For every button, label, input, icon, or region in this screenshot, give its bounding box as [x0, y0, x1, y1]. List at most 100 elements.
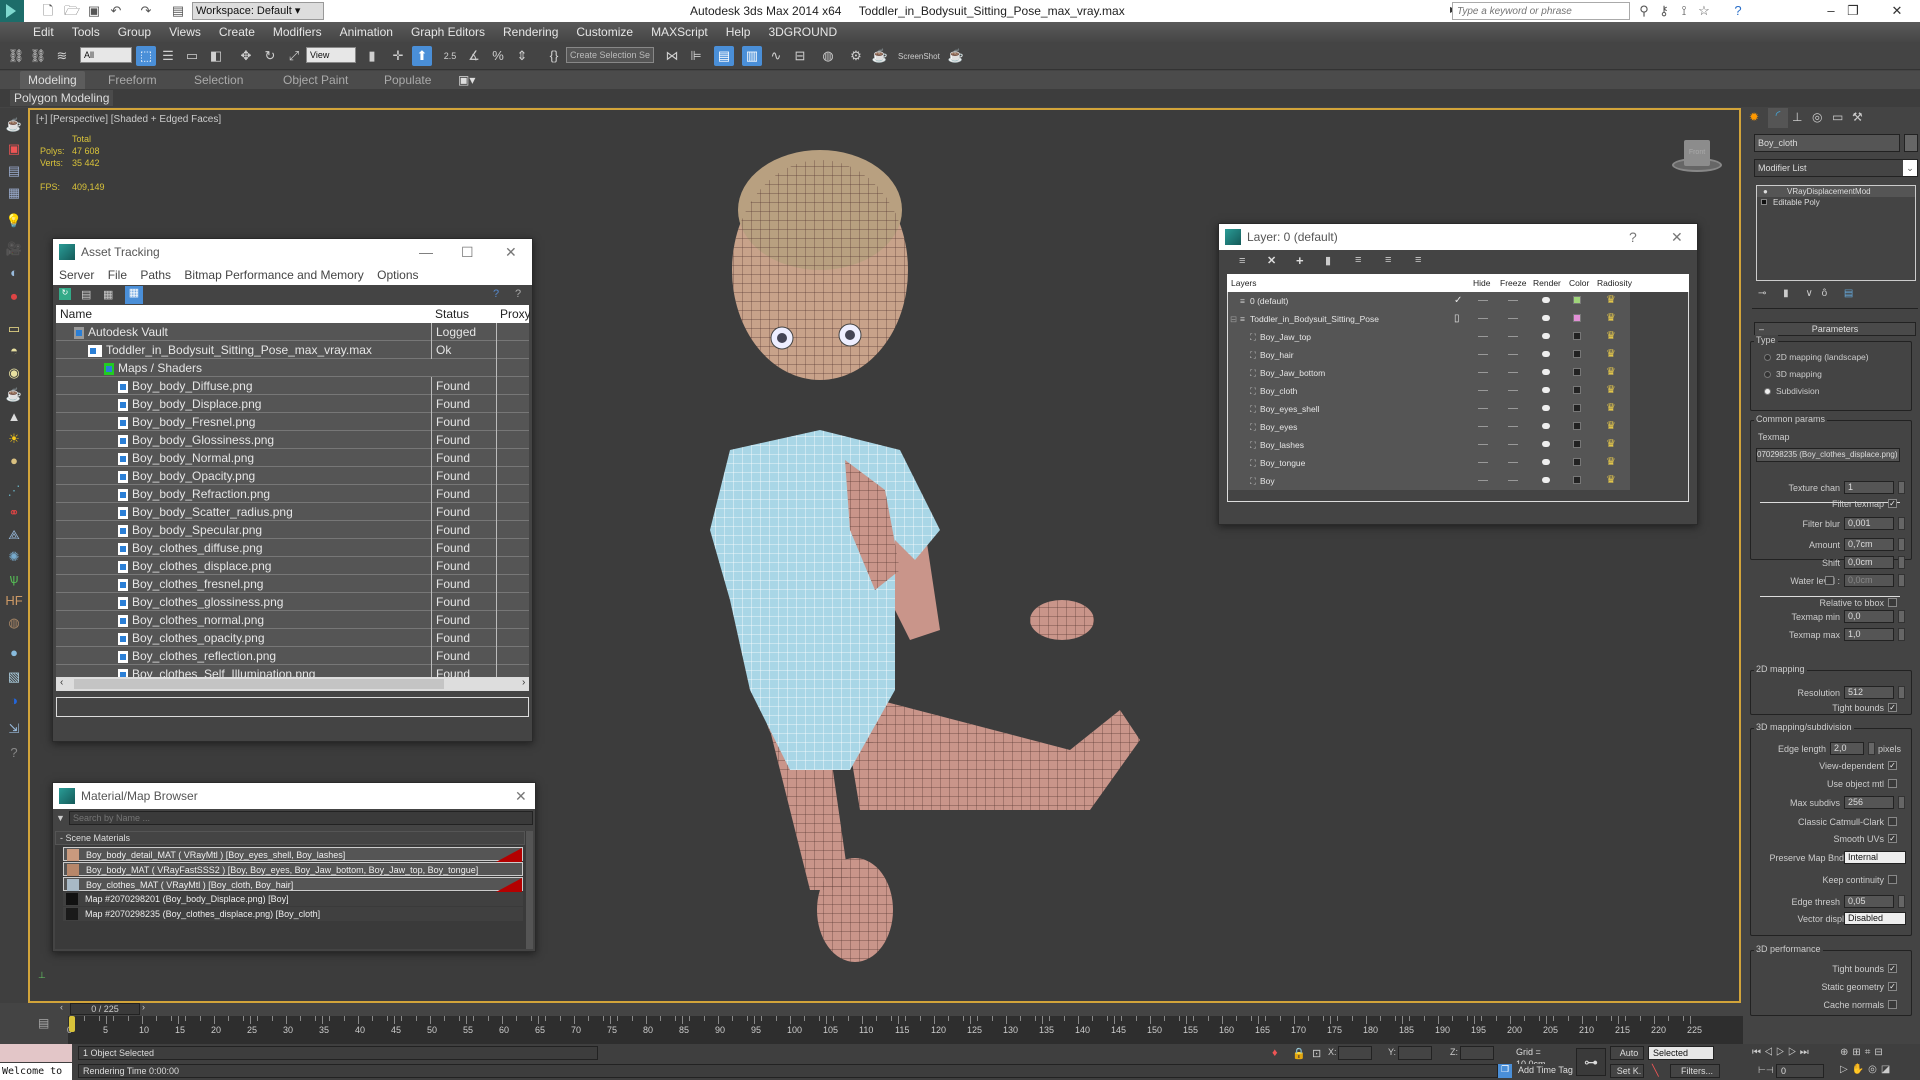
hide-toggle[interactable]: [1478, 462, 1488, 463]
asset-row[interactable]: Boy_body_Glossiness.png Found: [56, 431, 529, 449]
layer-color-swatch[interactable]: [1573, 332, 1581, 340]
relative-bbox-checkbox[interactable]: [1888, 598, 1897, 607]
spinner[interactable]: [1898, 686, 1905, 699]
scroll-left-icon[interactable]: ‹: [60, 677, 63, 688]
asset-row[interactable]: Toddler_in_Bodysuit_Sitting_Pose_max_vra…: [56, 341, 529, 359]
render-teapot-icon[interactable]: [1542, 459, 1550, 465]
asset-row[interactable]: Boy_body_Fresnel.png Found: [56, 413, 529, 431]
percent-snap-icon[interactable]: %: [488, 46, 508, 66]
layer-row[interactable]: ⛶ Boy_lashes ♛: [1228, 436, 1630, 454]
close-button[interactable]: ✕: [515, 783, 527, 809]
sphere-light-icon[interactable]: ●: [4, 452, 24, 470]
layer-color-swatch[interactable]: [1573, 422, 1581, 430]
move-icon[interactable]: ✥: [236, 46, 256, 66]
menu-tools[interactable]: Tools: [63, 22, 109, 42]
show-end-result-icon[interactable]: ▮: [1783, 288, 1789, 299]
spinner[interactable]: [1898, 574, 1905, 587]
col-color[interactable]: Color: [1569, 274, 1589, 292]
maximize-viewport-icon[interactable]: ◪: [1881, 1064, 1894, 1075]
asset-row[interactable]: Boy_clothes_normal.png Found: [56, 611, 529, 629]
layer-color-swatch[interactable]: [1573, 386, 1581, 394]
layer-color-swatch[interactable]: [1573, 350, 1581, 358]
col-render[interactable]: Render: [1533, 274, 1561, 292]
create-tab-icon[interactable]: ✹: [1749, 110, 1759, 124]
radiosity-icon[interactable]: ♛: [1606, 438, 1618, 450]
menu-server[interactable]: Server: [59, 268, 94, 282]
asset-row[interactable]: Boy_clothes_glossiness.png Found: [56, 593, 529, 611]
undo-icon[interactable]: ↶: [108, 3, 124, 19]
asset-row[interactable]: Boy_clothes_Self_Illumination.png Found: [56, 665, 529, 677]
sun-icon[interactable]: ☀: [4, 430, 24, 448]
select-objects-icon[interactable]: ▮: [1325, 254, 1331, 267]
snaps-toggle-icon[interactable]: 2.5: [440, 46, 460, 66]
radiosity-icon[interactable]: ♛: [1606, 330, 1618, 342]
create-layer-icon[interactable]: ≡: [1239, 255, 1245, 267]
maxscript-listener[interactable]: Welcome to: [0, 1063, 72, 1080]
new-file-icon[interactable]: 🗋: [40, 3, 56, 19]
mirror-icon[interactable]: ⋈: [662, 46, 682, 66]
teapot-object-icon[interactable]: ☕: [4, 386, 24, 404]
view-dependent-checkbox[interactable]: ✓: [1888, 761, 1897, 770]
stack-item-vray-displacement[interactable]: ● VRayDisplacementMod: [1757, 186, 1915, 197]
asset-row[interactable]: Boy_body_Refraction.png Found: [56, 485, 529, 503]
scene-materials-group[interactable]: - Scene Materials: [55, 831, 525, 845]
spinner[interactable]: [1898, 796, 1905, 809]
hide-toggle[interactable]: [1478, 372, 1488, 373]
zoom-icon[interactable]: ⊕: [1840, 1047, 1852, 1058]
viewport-label[interactable]: [+] [Perspective] [Shaded + Edged Faces]: [36, 114, 221, 125]
time-slider[interactable]: 0 / 225: [70, 1003, 140, 1015]
asset-row[interactable]: Boy_body_Opacity.png Found: [56, 467, 529, 485]
material-browser-titlebar[interactable]: Material/Map Browser ✕: [53, 783, 535, 809]
menu-group[interactable]: Group: [109, 22, 160, 42]
hide-toggle[interactable]: [1478, 426, 1488, 427]
grid-mesh-icon[interactable]: ⋰: [4, 482, 24, 500]
scroll-right-icon[interactable]: ›: [522, 677, 525, 688]
asset-row[interactable]: Boy_body_Specular.png Found: [56, 521, 529, 539]
set-key-mode-icon[interactable]: ⊶: [1576, 1048, 1606, 1076]
render-teapot-icon[interactable]: [1542, 333, 1550, 339]
add-to-layer-icon[interactable]: +: [1296, 253, 1304, 268]
menu-modifiers[interactable]: Modifiers: [264, 22, 331, 42]
select-manipulate-icon[interactable]: ✛: [388, 46, 408, 66]
asset-row[interactable]: Maps / Shaders: [56, 359, 529, 377]
render-teapot-icon[interactable]: [1542, 477, 1550, 483]
hide-toggle[interactable]: [1478, 336, 1488, 337]
proxy-icon[interactable]: ⟁: [4, 526, 24, 544]
motion-tab-icon[interactable]: ◎: [1812, 110, 1822, 124]
list-view-icon[interactable]: ▤: [81, 288, 91, 301]
stack-item-editable-poly[interactable]: Editable Poly: [1757, 197, 1915, 208]
binoculars-icon[interactable]: ⚲: [1636, 2, 1652, 20]
plane-light-icon[interactable]: ▭: [4, 320, 24, 338]
rect-selection-icon[interactable]: ▭: [182, 46, 202, 66]
goto-end-icon[interactable]: ⏭: [1800, 1047, 1812, 1058]
horizontal-scrollbar[interactable]: ‹ ›: [56, 677, 529, 691]
unlink-icon[interactable]: ⛓: [28, 46, 48, 66]
max-subdivs-input[interactable]: 256: [1844, 796, 1894, 809]
close-button[interactable]: ✕: [505, 239, 517, 265]
set-key-button[interactable]: Set K.: [1610, 1064, 1644, 1078]
freeze-toggle[interactable]: [1508, 390, 1518, 391]
freeze-toggle[interactable]: [1508, 444, 1518, 445]
y-coord-input[interactable]: [1398, 1046, 1432, 1060]
display-tab-icon[interactable]: ▭: [1832, 110, 1843, 124]
hide-toggle[interactable]: [1478, 444, 1488, 445]
type-radio[interactable]: [1764, 354, 1771, 361]
material-item[interactable]: Map #2070298201 (Boy_body_Displace.png) …: [63, 892, 523, 906]
align-icon[interactable]: ⊫: [686, 46, 706, 66]
hide-toggle[interactable]: [1478, 318, 1488, 319]
render-teapot-icon[interactable]: [1542, 351, 1550, 357]
freeze-toggle[interactable]: [1508, 336, 1518, 337]
selection-lock-icon[interactable]: 🔒: [1292, 1047, 1306, 1060]
current-layer-icon[interactable]: ✓: [1454, 292, 1462, 310]
render-teapot-icon[interactable]: [1542, 405, 1550, 411]
asset-row[interactable]: Boy_clothes_diffuse.png Found: [56, 539, 529, 557]
spinner[interactable]: [1898, 895, 1905, 908]
asset-row[interactable]: Boy_body_Normal.png Found: [56, 449, 529, 467]
cache-normals-checkbox[interactable]: [1888, 1000, 1897, 1009]
layer-manager-icon[interactable]: ▥: [742, 46, 762, 66]
curve-editor-icon[interactable]: ∿: [766, 46, 786, 66]
menu-animation[interactable]: Animation: [331, 22, 402, 42]
spinner[interactable]: [1868, 742, 1875, 755]
thumbnail-view-icon[interactable]: ▦: [103, 288, 113, 301]
camera-target-icon[interactable]: ◐: [4, 264, 24, 282]
